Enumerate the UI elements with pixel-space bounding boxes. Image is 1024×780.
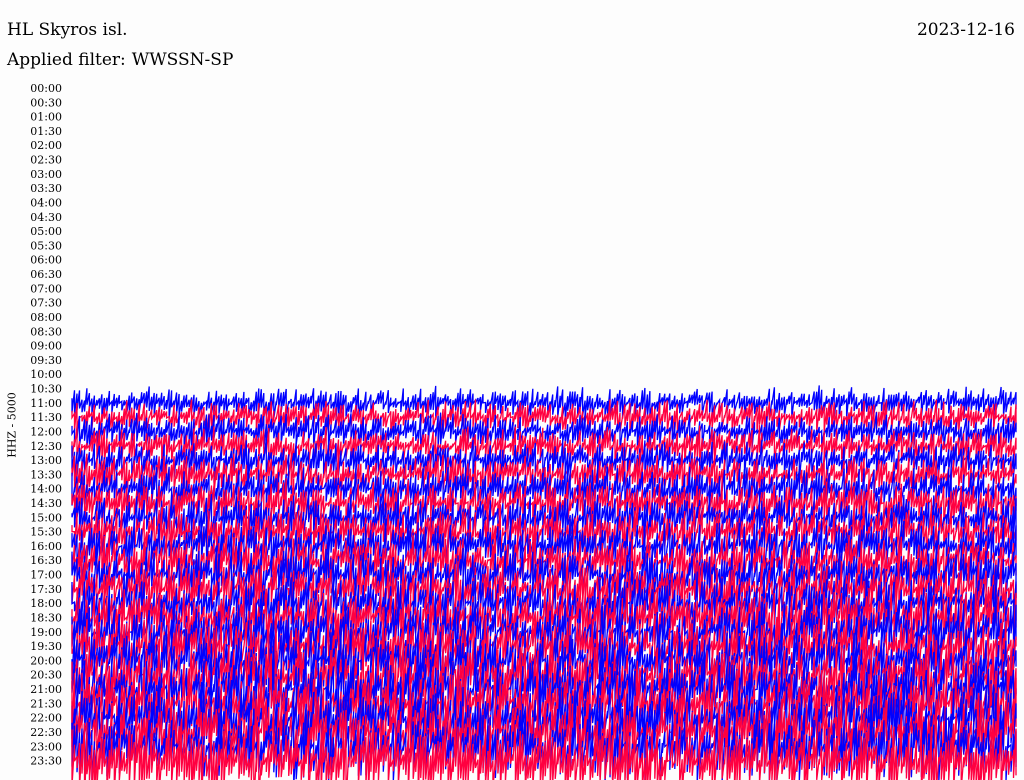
time-tick-label: 14:30 [30,497,62,510]
time-tick-label: 02:00 [30,139,62,152]
time-tick-label: 08:00 [30,311,62,324]
time-tick-label: 23:00 [30,740,62,753]
time-tick-label: 10:00 [30,368,62,381]
time-tick-label: 16:00 [30,540,62,553]
time-tick-label: 05:00 [30,225,62,238]
filter-line: Applied filter: WWSSN-SP [7,49,233,71]
helicorder-page: 00:00 00:30 01:00 01:30 02:00 02:30 03:00 03:30… [0,0,1024,780]
trace-area [71,385,1017,780]
station-title: HL Skyros isl. [7,20,128,40]
time-tick-label: 03:00 [30,168,62,181]
time-tick-label: 02:30 [30,154,62,167]
time-tick-label: 15:30 [30,526,62,539]
time-tick-label: 09:30 [30,354,62,367]
time-tick-label: 12:00 [30,425,62,438]
time-tick-label: 13:00 [30,454,62,467]
time-tick-label: 00:00 [30,82,62,95]
time-tick-label: 17:00 [30,569,62,582]
time-tick-label: 19:00 [30,626,62,639]
record-date: 2023-12-16 [916,20,1015,40]
y-axis-label: HHZ - 5000 [5,392,19,458]
time-tick-label: 11:00 [30,397,62,410]
filter-label: Applied filter: [7,50,126,70]
time-tick-label: 20:00 [30,654,62,667]
time-tick-label: 12:30 [30,440,62,453]
time-tick-label: 06:30 [30,268,62,281]
time-tick-label: 10:30 [30,383,62,396]
time-tick-label: 14:00 [30,483,62,496]
time-tick-label: 06:00 [30,254,62,267]
time-tick-label: 22:30 [30,726,62,739]
time-tick-label: 11:30 [30,411,62,424]
time-tick-label: 19:30 [30,640,62,653]
time-tick-label: 23:30 [30,755,62,768]
time-tick-label: 07:00 [30,282,62,295]
time-tick-label: 18:30 [30,611,62,624]
time-tick-label: 01:30 [30,125,62,138]
time-tick-label: 13:30 [30,468,62,481]
time-tick-label: 15:00 [30,511,62,524]
time-tick-label: 16:30 [30,554,62,567]
time-axis: 00:0000:30 01:0001:3002:00 02:3003:0003:30… [30,82,62,768]
time-tick-label: 22:00 [30,712,62,725]
helicorder-plot: 00:0000:30 01:0001:3002:00 02:3003:0003:30… [30,82,1017,780]
time-tick-label: 20:30 [30,669,62,682]
time-tick-label: 17:30 [30,583,62,596]
time-tick-label: 21:00 [30,683,62,696]
time-tick-label: 08:30 [30,325,62,338]
time-tick-label: 09:00 [30,340,62,353]
time-tick-label: 04:00 [30,196,62,209]
filter-value: WWSSN-SP [131,50,234,70]
time-tick-label: 01:00 [30,111,62,124]
time-tick-label: 18:00 [30,597,62,610]
time-tick-label: 07:30 [30,297,62,310]
time-tick-label: 05:30 [30,239,62,252]
time-tick-label: 00:30 [30,96,62,109]
time-tick-label: 04:30 [30,211,62,224]
time-tick-label: 21:30 [30,697,62,710]
time-tick-label: 03:30 [30,182,62,195]
